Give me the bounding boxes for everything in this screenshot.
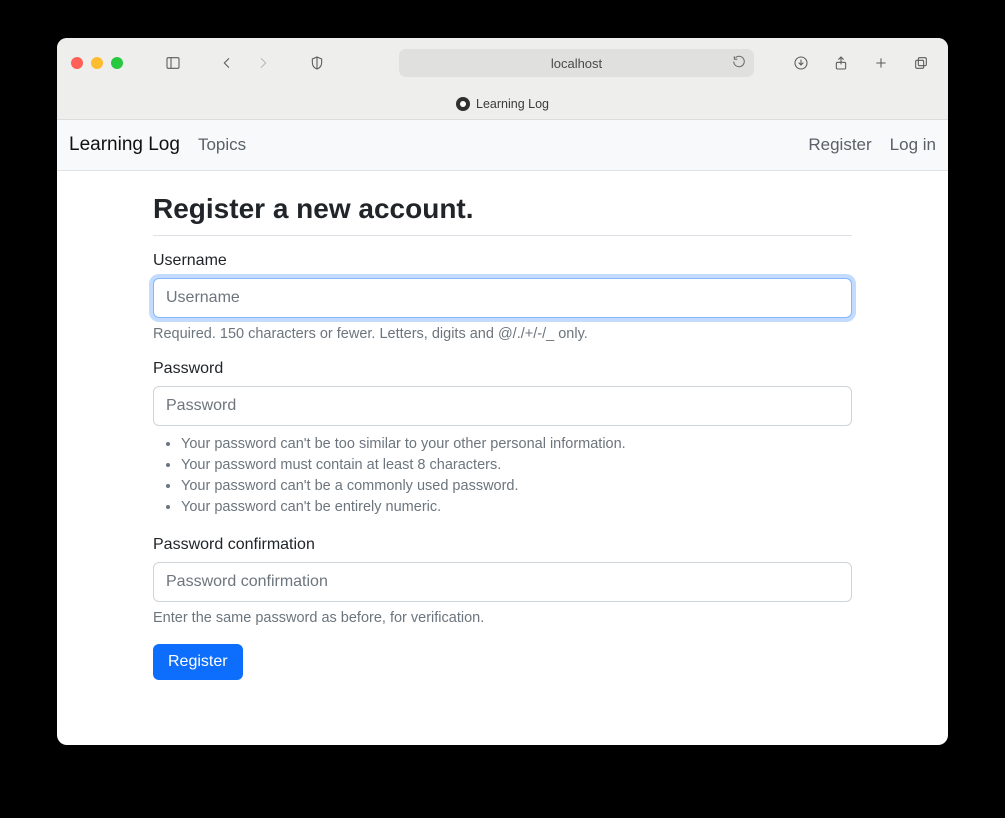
password-confirm-input[interactable] [153, 562, 852, 602]
password-rules: Your password can't be too similar to yo… [153, 434, 852, 518]
password-input[interactable] [153, 386, 852, 426]
username-label: Username [153, 252, 852, 270]
divider [153, 235, 852, 236]
address-text: localhost [551, 56, 602, 71]
password-rule: Your password can't be entirely numeric. [181, 497, 852, 518]
page-content: Register a new account. Username Require… [57, 171, 948, 680]
tabs-overview-icon[interactable] [908, 50, 934, 76]
privacy-shield-icon[interactable] [303, 50, 331, 76]
forward-button[interactable] [249, 50, 277, 76]
password-rule: Your password can't be too similar to yo… [181, 434, 852, 455]
new-tab-icon[interactable] [868, 50, 894, 76]
password-confirm-help: Enter the same password as before, for v… [153, 610, 852, 626]
password-rule: Your password must contain at least 8 ch… [181, 455, 852, 476]
reload-icon[interactable] [732, 55, 746, 72]
back-button[interactable] [213, 50, 241, 76]
sidebar-toggle-icon[interactable] [159, 50, 187, 76]
share-icon[interactable] [828, 50, 854, 76]
tab-strip: Learning Log [57, 88, 948, 119]
nav-link-register[interactable]: Register [808, 135, 871, 155]
minimize-window-button[interactable] [91, 57, 103, 69]
nav-link-topics[interactable]: Topics [198, 135, 246, 155]
browser-toolbar: localhost [57, 38, 948, 88]
toolbar-right [788, 50, 934, 76]
close-window-button[interactable] [71, 57, 83, 69]
register-button[interactable]: Register [153, 644, 243, 680]
tab-title[interactable]: Learning Log [476, 97, 549, 111]
page-title: Register a new account. [153, 193, 852, 225]
nav-link-login[interactable]: Log in [890, 135, 936, 155]
username-input[interactable] [153, 278, 852, 318]
fullscreen-window-button[interactable] [111, 57, 123, 69]
page-navbar: Learning Log Topics Register Log in [57, 120, 948, 171]
window-controls [71, 57, 123, 69]
password-group: Password Your password can't be too simi… [153, 360, 852, 518]
password-confirm-group: Password confirmation Enter the same pas… [153, 536, 852, 626]
address-bar[interactable]: localhost [399, 49, 754, 77]
navbar-brand[interactable]: Learning Log [69, 134, 180, 156]
downloads-icon[interactable] [788, 50, 814, 76]
favicon-icon [456, 97, 470, 111]
username-help: Required. 150 characters or fewer. Lette… [153, 326, 852, 342]
browser-window: localhost L [57, 38, 948, 745]
username-group: Username Required. 150 characters or few… [153, 252, 852, 342]
password-label: Password [153, 360, 852, 378]
password-rule: Your password can't be a commonly used p… [181, 476, 852, 497]
browser-chrome: localhost L [57, 38, 948, 120]
password-confirm-label: Password confirmation [153, 536, 852, 554]
